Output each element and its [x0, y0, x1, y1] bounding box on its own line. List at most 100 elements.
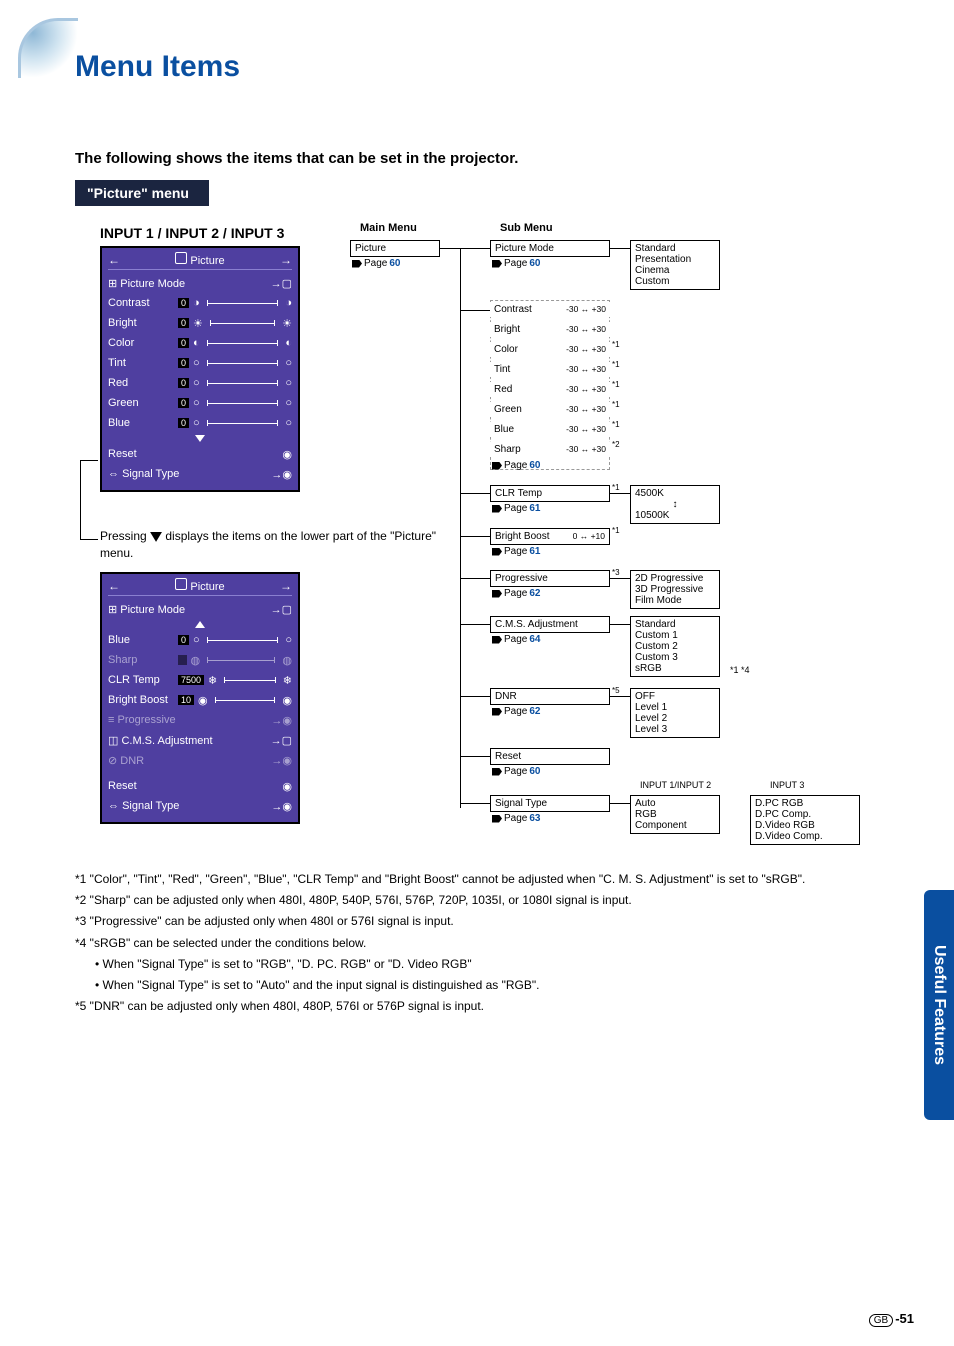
page-link[interactable]: Page 63: [492, 813, 540, 824]
arrow-right-icon: [492, 708, 502, 716]
connector: [460, 248, 461, 808]
label: Sharp: [494, 444, 521, 455]
page-num: 61: [529, 503, 540, 514]
opt: Cinema: [635, 265, 715, 276]
label: Contrast: [494, 304, 532, 315]
osd-slider-row: Color0 ◐◐: [108, 333, 292, 353]
text: Page: [504, 766, 527, 777]
footnote-4: *4 "sRGB" can be selected under the cond…: [75, 934, 875, 953]
opt: D.Video RGB: [755, 820, 855, 831]
page-num: 62: [529, 588, 540, 599]
page-link[interactable]: Page 64: [492, 634, 540, 645]
page-num: 62: [529, 706, 540, 717]
arrow-right-icon: [492, 768, 502, 776]
range: -30 ↔ +30: [566, 364, 606, 374]
sub-box-blue: Blue -30 ↔ +30: [490, 422, 610, 437]
slider-icon: [207, 303, 279, 304]
connector: [460, 803, 490, 804]
opt: Custom 2: [635, 641, 715, 652]
osd-label: Contrast: [108, 297, 174, 309]
triangle-down-icon: [195, 435, 205, 442]
range: 0 ↔ +10: [573, 531, 605, 541]
page-link[interactable]: Page 61: [492, 503, 540, 514]
chevron-right-icon: →◉: [271, 800, 292, 813]
osd-label: Reset: [108, 448, 137, 460]
osd-label: DNR: [120, 755, 144, 767]
sup: *1: [612, 483, 620, 492]
page-link[interactable]: Page 61: [492, 546, 540, 557]
range: -30 ↔ +30: [566, 324, 606, 334]
opt: Film Mode: [635, 595, 715, 606]
range: -30 ↔ +30: [566, 304, 606, 314]
osd-clrtemp-row: CLR Temp7500 ❄❄: [108, 670, 292, 690]
osd-panel-bottom: ← Picture → ⊞ Picture Mode →▢ Blue0 ○○ S…: [100, 572, 300, 824]
opt-box-dnr: OFF Level 1 Level 2 Level 3: [630, 688, 720, 738]
slider-icon: [207, 403, 279, 404]
bracket-line: [80, 460, 98, 540]
osd-signal-row: ⇔ Signal Type→◉: [108, 464, 292, 484]
label: Green: [494, 404, 522, 415]
page-link[interactable]: Page 60: [492, 460, 540, 471]
text: Page: [364, 258, 387, 269]
footnote-1: *1 "Color", "Tint", "Red", "Green", "Blu…: [75, 870, 875, 889]
label: Bright: [494, 324, 520, 335]
opt: D.PC Comp.: [755, 809, 855, 820]
footnote-2: *2 "Sharp" can be adjusted only when 480…: [75, 891, 875, 910]
value-badge: 0: [178, 318, 189, 328]
chevron-right-icon: →◉: [271, 714, 292, 727]
opt: 10500K: [635, 510, 715, 521]
reset-icon: ◉: [282, 448, 292, 461]
reset-icon: ◉: [282, 780, 292, 793]
connector: [460, 310, 490, 311]
range: -30 ↔ +30: [566, 344, 606, 354]
chevron-right-icon: →◉: [271, 754, 292, 767]
page-link[interactable]: Page 62: [492, 588, 540, 599]
page-num: 60: [529, 766, 540, 777]
value-badge: 0: [178, 358, 189, 368]
page-link[interactable]: Page 60: [492, 766, 540, 777]
sub-box-red: Red -30 ↔ +30: [490, 382, 610, 397]
page-link[interactable]: Page 60: [352, 258, 400, 269]
sub-box-progressive: Progressive: [490, 570, 610, 587]
page-link[interactable]: Page 62: [492, 706, 540, 717]
opt: Custom 3: [635, 652, 715, 663]
range: -30 ↔ +30: [566, 424, 606, 434]
opt-box-clr-temp: 4500K ↕ 10500K: [630, 485, 720, 524]
label: Blue: [494, 424, 514, 435]
opt: D.Video Comp.: [755, 831, 855, 842]
opt: RGB: [635, 809, 715, 820]
osd-label: Progressive: [117, 714, 175, 726]
press-note: Pressing displays the items on the lower…: [100, 528, 440, 562]
osd-title: Picture: [190, 581, 224, 593]
page-link[interactable]: Page 60: [492, 258, 540, 269]
sub-box-signal-type: Signal Type: [490, 795, 610, 812]
main-box-picture: Picture: [350, 240, 440, 257]
osd-label: C.M.S. Adjustment: [121, 735, 212, 747]
opt: Custom: [635, 276, 715, 287]
label: Red: [494, 384, 512, 395]
text: Pressing: [100, 529, 150, 543]
gb-badge: GB: [869, 1314, 893, 1327]
range: -30 ↔ +30: [566, 404, 606, 414]
slider-icon: [210, 323, 275, 324]
footnote-5: *5 "DNR" can be adjusted only when 480I,…: [75, 997, 875, 1016]
sub-box-contrast: Contrast -30 ↔ +30: [490, 302, 610, 317]
page-num-value: -51: [895, 1311, 914, 1326]
opt-box-progressive: 2D Progressive 3D Progressive Film Mode: [630, 570, 720, 609]
opt: OFF: [635, 691, 715, 702]
connector: [460, 578, 490, 579]
osd-label: Red: [108, 377, 174, 389]
sub-box-picture-mode: Picture Mode: [490, 240, 610, 257]
sub-box-bright: Bright -30 ↔ +30: [490, 322, 610, 337]
slider-icon: [207, 343, 279, 344]
value-badge: 0: [178, 338, 189, 348]
opt-box-signal-in12: Auto RGB Component: [630, 795, 720, 834]
connector: [460, 536, 490, 537]
page-num: 60: [529, 460, 540, 471]
osd-cms-row: ◫ C.M.S. Adjustment→▢: [108, 730, 292, 750]
sup: *5: [612, 686, 620, 695]
connector: [460, 756, 490, 757]
footnotes: *1 "Color", "Tint", "Red", "Green", "Blu…: [75, 870, 875, 1018]
osd-progressive-row: ≡ Progressive→◉: [108, 710, 292, 730]
label: Color: [494, 344, 518, 355]
